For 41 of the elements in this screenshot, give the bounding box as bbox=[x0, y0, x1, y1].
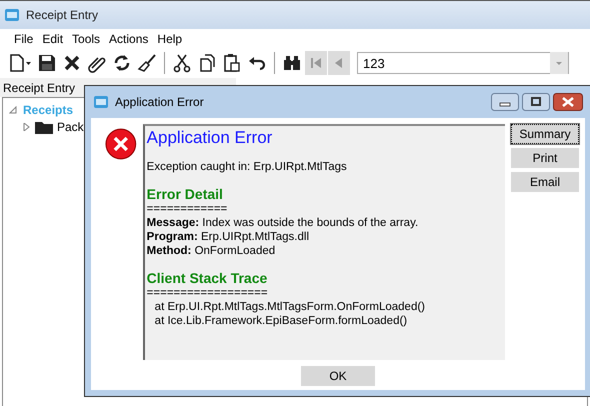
minimize-button[interactable] bbox=[491, 93, 519, 111]
error-icon bbox=[105, 128, 137, 160]
section-heading: Error Detail bbox=[146, 186, 224, 202]
window-title: Receipt Entry bbox=[26, 8, 98, 22]
detail-line: Message: Index was outside the bounds of the array. bbox=[146, 216, 420, 230]
separator-text: ============ bbox=[146, 202, 228, 216]
separator-text: ================== bbox=[146, 286, 269, 300]
app-icon bbox=[4, 8, 20, 22]
dialog-button[interactable]: Summary bbox=[511, 124, 579, 144]
menu-item[interactable]: File bbox=[14, 32, 34, 46]
menu-item[interactable]: Tools bbox=[72, 32, 100, 46]
folder-icon bbox=[35, 120, 53, 134]
detail-line: Program: Erp.UIRpt.MtlTags.dll bbox=[146, 230, 310, 244]
collapse-icon[interactable] bbox=[9, 106, 17, 114]
app-icon bbox=[93, 95, 109, 109]
menu-item[interactable]: Actions bbox=[109, 32, 148, 46]
broom-icon[interactable] bbox=[137, 53, 157, 73]
menu-item[interactable]: Help bbox=[157, 32, 182, 46]
stack-trace-line: at Erp.UI.Rpt.MtlTags.MtlTagsForm.OnFormLoaded() bbox=[154, 300, 426, 314]
detail-line: Method: OnFormLoaded bbox=[146, 244, 276, 258]
binoculars-icon[interactable] bbox=[282, 53, 302, 73]
maximize-button[interactable] bbox=[522, 93, 550, 111]
menu-item[interactable]: Edit bbox=[42, 32, 64, 46]
dialog-button[interactable]: Email bbox=[511, 172, 579, 192]
record-field[interactable]: 123 bbox=[357, 52, 569, 74]
cut-icon[interactable] bbox=[172, 53, 192, 73]
dialog-button[interactable]: Print bbox=[511, 148, 579, 168]
expand-icon[interactable] bbox=[23, 122, 31, 130]
paste-icon[interactable] bbox=[222, 53, 242, 73]
close-button[interactable] bbox=[553, 93, 583, 111]
refresh-icon[interactable] bbox=[112, 53, 132, 73]
ok-button[interactable]: OK bbox=[301, 366, 375, 386]
exception-text: Exception caught in: Erp.UIRpt.MtlTags bbox=[146, 160, 348, 174]
error-heading: Application Error bbox=[146, 128, 274, 148]
tree-item[interactable]: Pack bbox=[57, 120, 84, 134]
dialog-title: Application Error bbox=[115, 95, 204, 109]
stack-trace-line: at Ice.Lib.Framework.EpiBaseForm.formLoaded() bbox=[154, 314, 408, 328]
section-heading: Client Stack Trace bbox=[146, 270, 268, 286]
delete-icon[interactable] bbox=[62, 53, 82, 73]
save-icon[interactable] bbox=[37, 53, 57, 73]
new-document-icon[interactable] bbox=[8, 53, 32, 73]
